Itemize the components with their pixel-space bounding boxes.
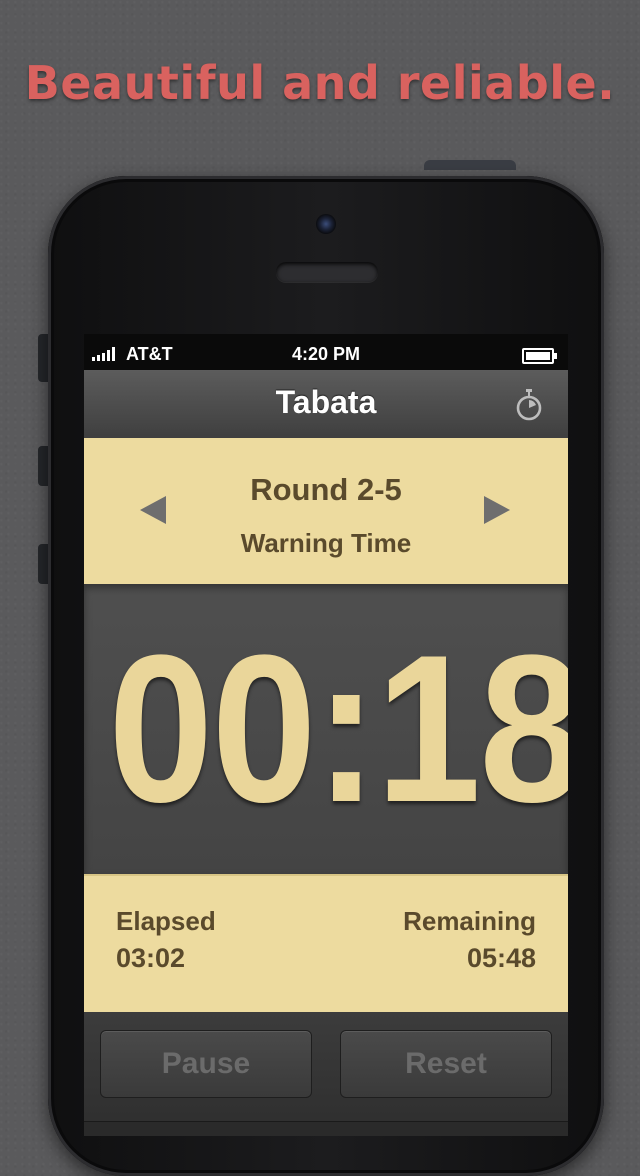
remaining-label: Remaining: [403, 906, 536, 936]
round-panel: Round 2-5 Warning Time: [84, 438, 568, 584]
elapsed-value: 03:02: [116, 943, 186, 973]
headline: Beautiful and reliable.: [24, 56, 616, 110]
phone-volume-up-button: [38, 446, 48, 486]
status-bar: AT&T 4:20 PM: [84, 334, 568, 370]
nav-title: Tabata: [275, 384, 377, 420]
phone-volume-down-button: [38, 544, 48, 584]
stopwatch-icon[interactable]: [514, 388, 544, 422]
controls-bar: Pause Reset: [84, 1012, 568, 1136]
phone-power-button: [424, 160, 516, 170]
triangle-right-icon[interactable]: [482, 494, 512, 526]
reset-button[interactable]: Reset: [340, 1030, 552, 1098]
tab-bar: [84, 1121, 568, 1136]
timer-panel: 00:18: [84, 584, 568, 874]
remaining-stat: Remaining 05:48: [403, 906, 536, 974]
battery-icon: [522, 348, 557, 364]
phone-mute-switch: [38, 334, 48, 382]
status-time: 4:20 PM: [291, 344, 361, 364]
phone-screen: AT&T 4:20 PM Tabata Round 2-5 Warning Ti…: [84, 334, 568, 1136]
pause-button[interactable]: Pause: [100, 1030, 312, 1098]
elapsed-label: Elapsed: [116, 906, 216, 936]
navigation-bar: Tabata: [84, 370, 568, 439]
front-camera: [316, 214, 336, 234]
countdown-timer: 00:18: [108, 611, 568, 846]
stats-panel: Elapsed 03:02 Remaining 05:48: [84, 874, 568, 1014]
round-phase: Warning Time: [240, 528, 412, 558]
remaining-value: 05:48: [466, 943, 536, 973]
elapsed-stat: Elapsed 03:02: [116, 906, 216, 974]
earpiece-speaker: [276, 262, 378, 282]
